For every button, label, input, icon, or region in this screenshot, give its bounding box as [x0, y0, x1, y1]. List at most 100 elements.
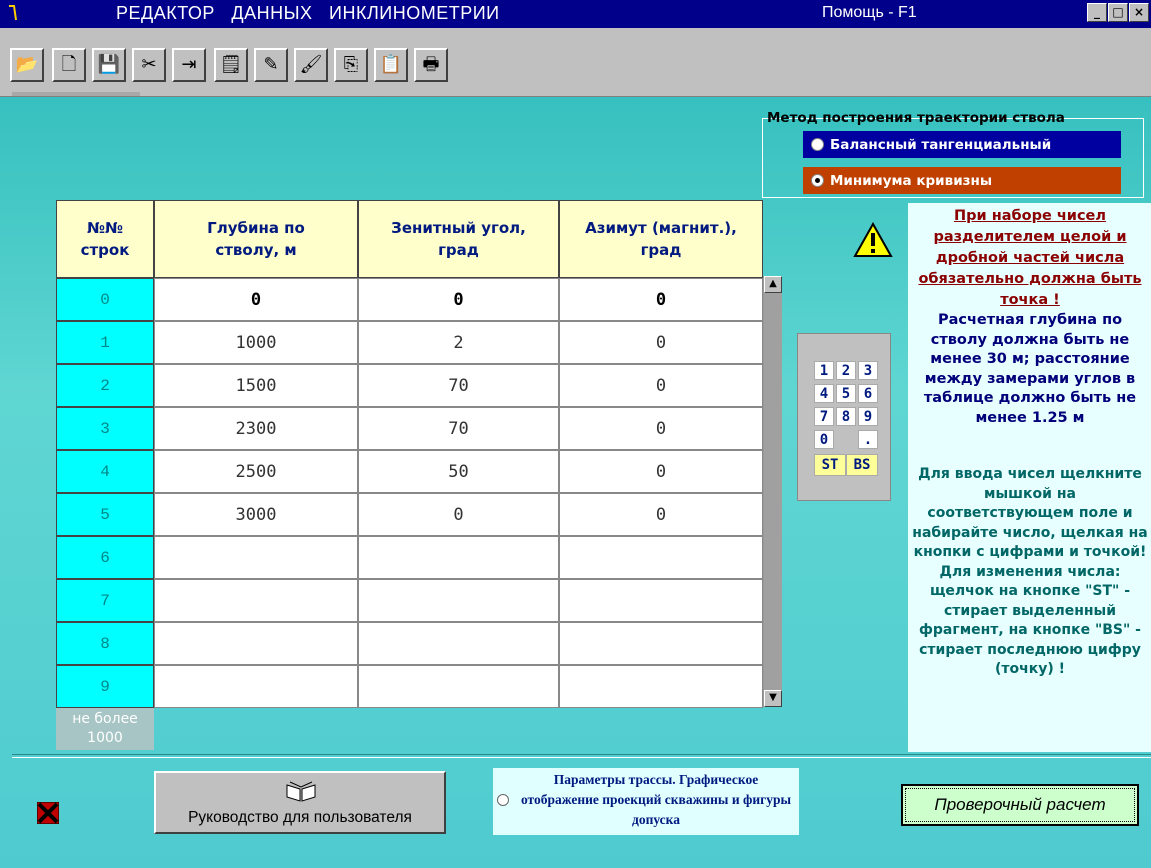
cell-depth[interactable]: 2500 [154, 450, 358, 493]
column-header-label: №№ строк [80, 219, 130, 259]
key-4[interactable]: 4 [814, 384, 834, 403]
scroll-thumb[interactable] [764, 293, 782, 690]
cell-azimuth[interactable]: 0 [559, 493, 763, 536]
separator [12, 754, 1151, 758]
cut-button[interactable]: ✂ [132, 48, 166, 82]
cell-zenith[interactable] [358, 536, 559, 579]
key-dot[interactable]: . [858, 430, 878, 449]
row-number: 1 [56, 321, 154, 364]
edit-button[interactable]: ✎ [254, 48, 288, 82]
method-option-label: Балансный тангенциальный [830, 136, 1052, 153]
table-scrollbar[interactable]: ▲ ▼ [763, 276, 782, 707]
maximize-button[interactable]: □ [1108, 3, 1128, 22]
cell-azimuth[interactable] [559, 579, 763, 622]
copy-button[interactable]: ⎘ [334, 48, 368, 82]
key-6[interactable]: 6 [858, 384, 878, 403]
decimal-separator-hint: При наборе чисел разделителем целой и др… [918, 208, 1142, 308]
key-2[interactable]: 2 [836, 361, 856, 380]
key-5[interactable]: 5 [836, 384, 856, 403]
edit-icon: ✎ [263, 54, 279, 75]
key-3[interactable]: 3 [858, 361, 878, 380]
radio-selected-icon[interactable] [811, 174, 824, 187]
method-legend: Метод построения траектории ствола [767, 110, 1065, 126]
paste-button[interactable]: 📋 [374, 48, 408, 82]
radio-icon[interactable] [497, 794, 509, 806]
key-8[interactable]: 8 [836, 407, 856, 426]
cell-azimuth[interactable]: 0 [559, 321, 763, 364]
save-button[interactable]: 💾 [92, 48, 126, 82]
scroll-up-icon[interactable]: ▲ [764, 276, 782, 293]
print-icon: 🖶 [422, 54, 440, 75]
cell-zenith[interactable]: 0 [358, 278, 559, 321]
cell-depth[interactable]: 3000 [154, 493, 358, 536]
cell-depth[interactable]: 1500 [154, 364, 358, 407]
toolbar-buttons: 📂 🗋 💾 ✂ ⇥ 🗒 ✎ 🖌 ⎘ 📋 🖶 [0, 48, 1151, 96]
radio-icon[interactable] [811, 138, 824, 151]
cell-depth[interactable] [154, 665, 358, 708]
key-st[interactable]: ST [814, 454, 846, 476]
column-header-label: Зенитный угол, град [391, 219, 526, 259]
depth-requirement-hint: Расчетная глубина по стволу должна быть … [923, 312, 1137, 426]
column-header: №№ строк [56, 200, 154, 278]
cell-zenith[interactable]: 2 [358, 321, 559, 364]
book-icon [286, 781, 316, 802]
user-manual-label: Руководство для пользователя [188, 809, 412, 826]
cell-depth[interactable] [154, 536, 358, 579]
trajectory-params-label: Параметры трассы. Графическое отображени… [520, 772, 792, 827]
open-button[interactable]: 📂 [10, 48, 44, 82]
cell-zenith[interactable]: 50 [358, 450, 559, 493]
key-7[interactable]: 7 [814, 407, 834, 426]
method-balanced-tangential[interactable]: Балансный тангенциальный [803, 131, 1121, 158]
print-button[interactable]: 🖶 [414, 48, 448, 82]
help-hint[interactable]: Помощь - F1 [822, 4, 917, 22]
row-number: 5 [56, 493, 154, 536]
cell-zenith[interactable]: 70 [358, 407, 559, 450]
exit-icon[interactable] [37, 802, 59, 824]
cell-depth[interactable]: 0 [154, 278, 358, 321]
cell-azimuth[interactable] [559, 536, 763, 579]
user-manual-button[interactable]: Руководство для пользователя [154, 771, 446, 834]
copy-icon: ⎘ [343, 54, 359, 75]
scroll-down-icon[interactable]: ▼ [764, 690, 782, 707]
key-0[interactable]: 0 [814, 430, 834, 449]
key-bs[interactable]: BS [846, 454, 878, 476]
row-number: 6 [56, 536, 154, 579]
keypad-blank [836, 430, 856, 449]
column-header: Глубина по стволу, м [154, 200, 358, 278]
row-limit-text: не более 1000 [72, 711, 138, 746]
paste-icon: 📋 [379, 54, 403, 75]
save-icon: 💾 [97, 54, 121, 75]
key-1[interactable]: 1 [814, 361, 834, 380]
properties-button[interactable]: 🗒 [214, 48, 248, 82]
cell-zenith[interactable] [358, 665, 559, 708]
brush-button[interactable]: 🖌 [294, 48, 328, 82]
inclinometry-table: №№ строк Глубина по стволу, м Зенитный уго… [56, 200, 763, 708]
new-file-button[interactable]: 🗋 [52, 48, 86, 82]
import-button[interactable]: ⇥ [172, 48, 206, 82]
cell-zenith[interactable]: 0 [358, 493, 559, 536]
cell-azimuth[interactable]: 0 [559, 364, 763, 407]
minimize-button[interactable]: _ [1087, 3, 1107, 22]
verification-calc-button[interactable]: Проверочный расчет [901, 784, 1139, 826]
trajectory-method-group: Метод построения траектории ствола Балан… [762, 110, 1144, 198]
cell-depth[interactable]: 2300 [154, 407, 358, 450]
cell-azimuth[interactable] [559, 622, 763, 665]
cell-depth[interactable] [154, 579, 358, 622]
cell-azimuth[interactable]: 0 [559, 450, 763, 493]
cell-azimuth[interactable]: 0 [559, 407, 763, 450]
cell-zenith[interactable] [358, 622, 559, 665]
close-button[interactable]: × [1129, 3, 1149, 22]
cell-azimuth[interactable] [559, 665, 763, 708]
method-minimum-curvature[interactable]: Минимума кривизны [803, 167, 1121, 194]
row-number: 8 [56, 622, 154, 665]
cell-zenith[interactable] [358, 579, 559, 622]
cell-zenith[interactable]: 70 [358, 364, 559, 407]
row-number: 0 [56, 278, 154, 321]
key-9[interactable]: 9 [858, 407, 878, 426]
numeric-keypad: 1 2 3 4 5 6 7 8 9 0. ST BS [797, 333, 891, 501]
cell-azimuth[interactable]: 0 [559, 278, 763, 321]
cell-depth[interactable]: 1000 [154, 321, 358, 364]
cell-depth[interactable] [154, 622, 358, 665]
toolbar-divider [12, 92, 140, 96]
trajectory-params-option[interactable]: Параметры трассы. Графическое отображени… [493, 768, 799, 835]
